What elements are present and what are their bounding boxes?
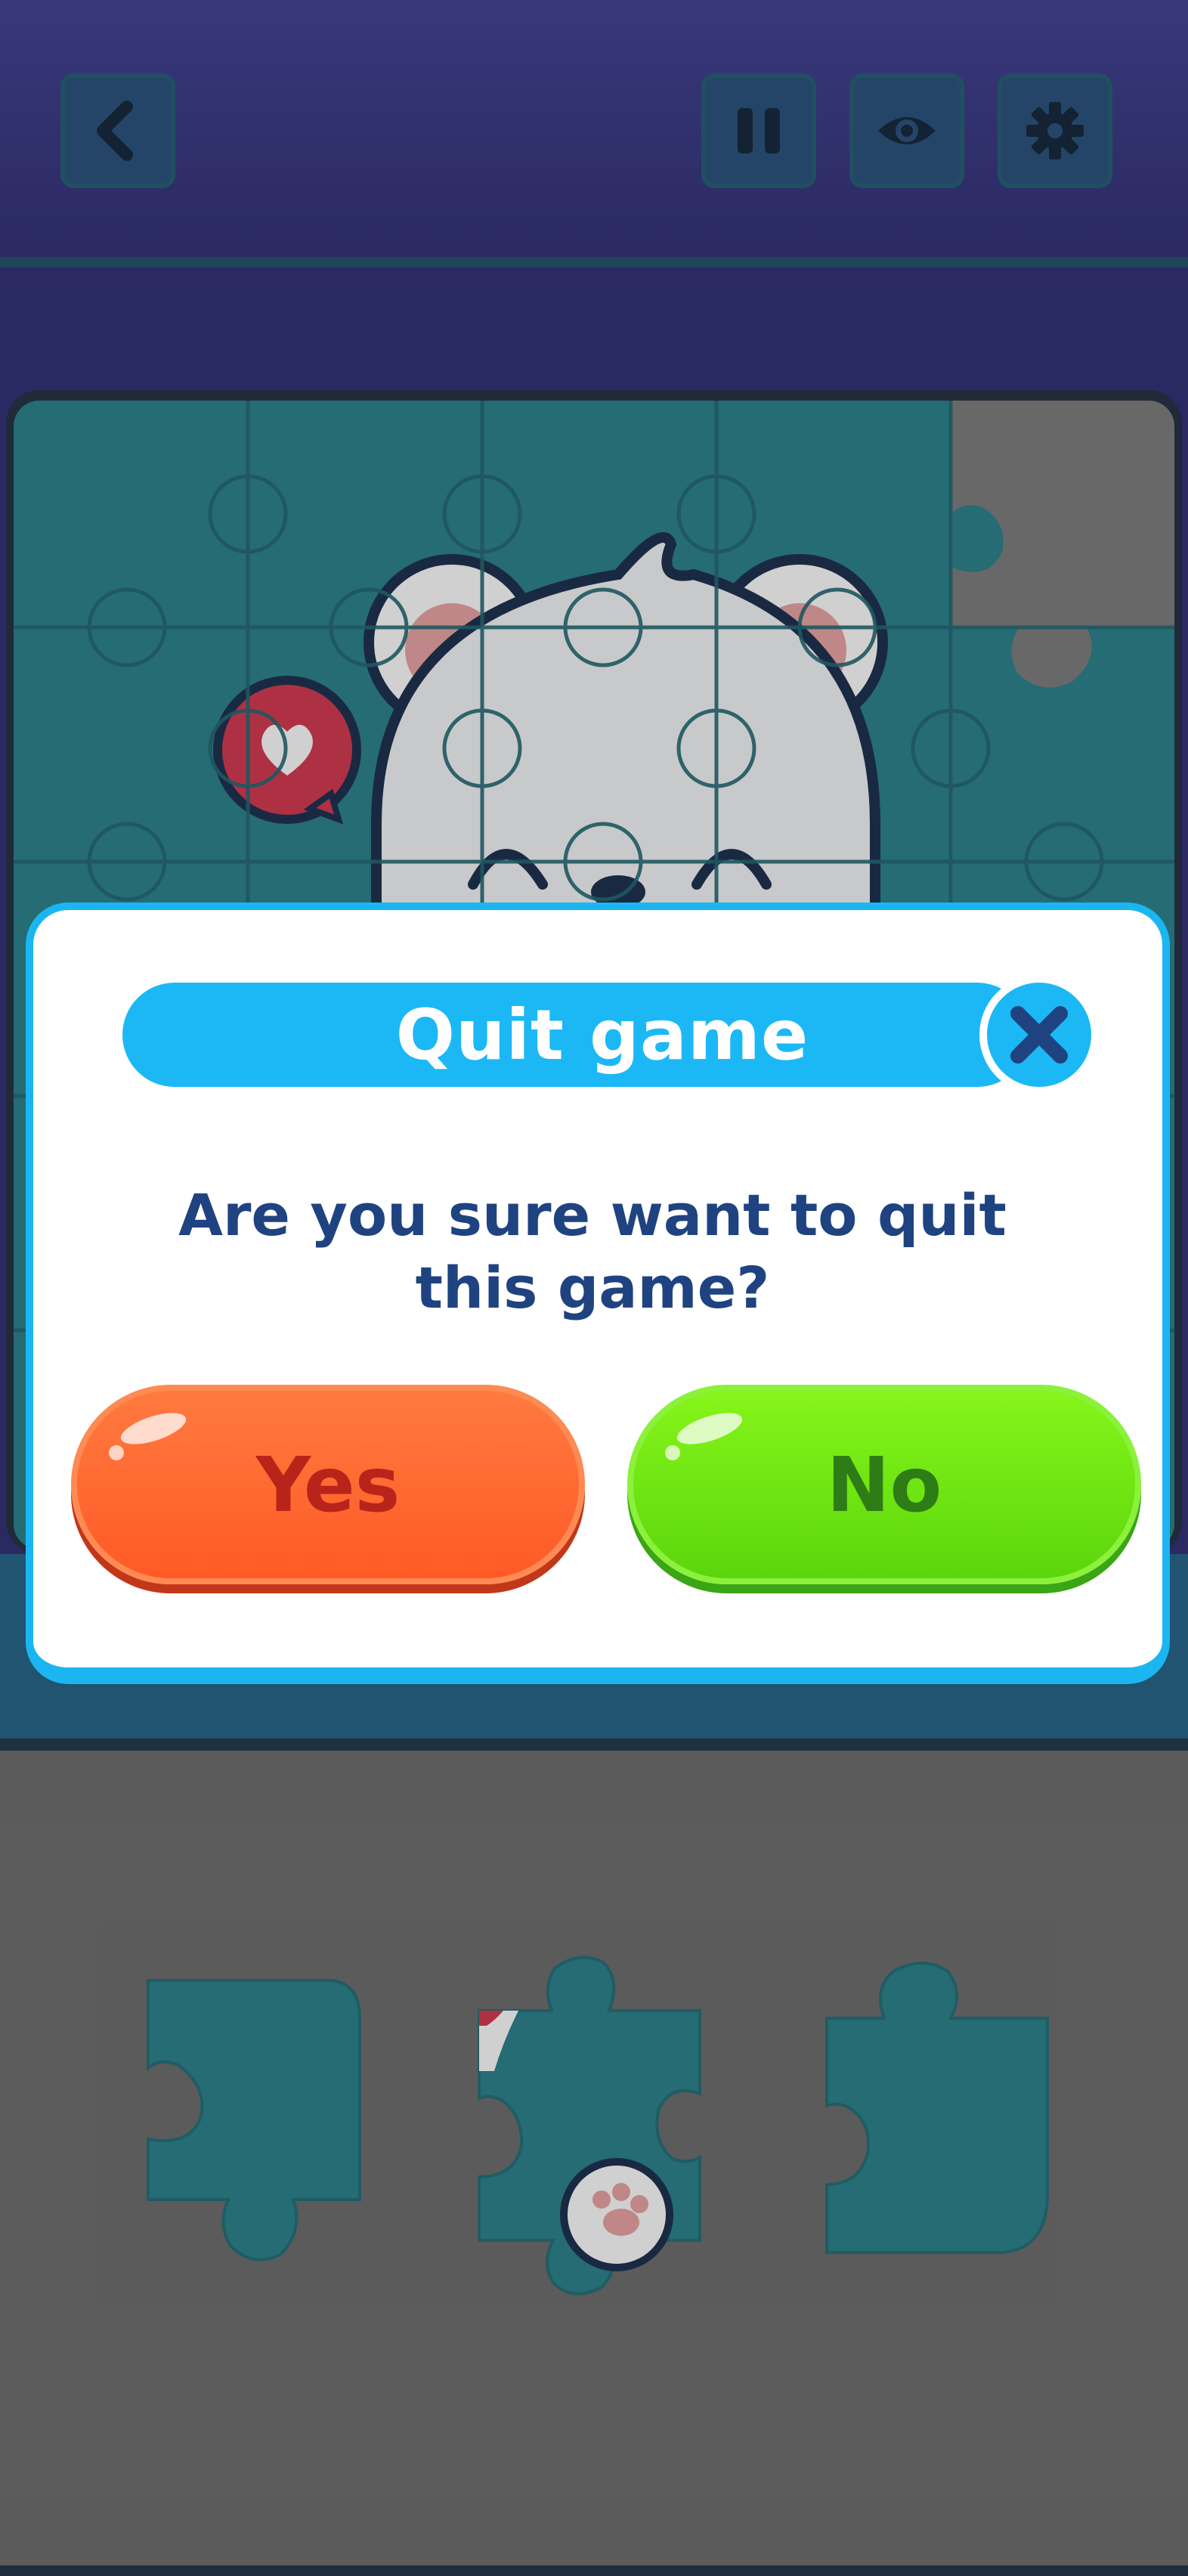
dialog-message: Are you sure want to quit this game? (178, 1181, 1007, 1321)
dialog-title-bar: Quit game (122, 983, 1029, 1087)
dialog-title: Quit game (395, 994, 809, 1076)
button-gloss-dot (665, 1445, 680, 1460)
button-gloss (673, 1406, 746, 1451)
no-button-label: No (826, 1440, 942, 1529)
yes-button-label: Yes (255, 1440, 401, 1529)
button-gloss-dot (109, 1445, 124, 1460)
close-icon (1010, 1006, 1068, 1064)
button-gloss (117, 1406, 190, 1451)
yes-button[interactable]: Yes (71, 1385, 585, 1584)
quit-dialog: Quit game Are you sure want to quit this… (26, 903, 1170, 1684)
close-button[interactable] (979, 975, 1099, 1094)
no-button[interactable]: No (627, 1385, 1141, 1584)
